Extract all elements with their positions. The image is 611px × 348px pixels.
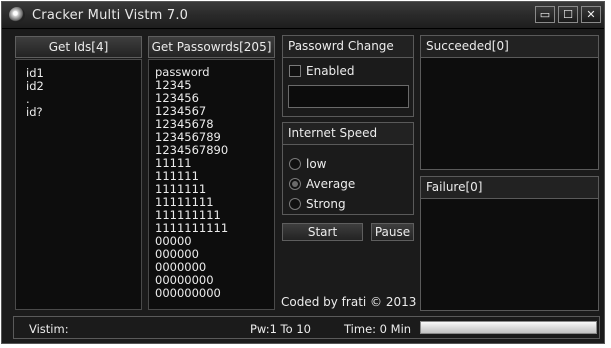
- speed-average-radio[interactable]: [289, 178, 301, 190]
- speed-average-label[interactable]: Average: [306, 177, 355, 191]
- pause-button[interactable]: Pause: [371, 223, 414, 241]
- enabled-label[interactable]: Enabled: [306, 64, 355, 78]
- password-items: password 12345 123456 1234567 12345678 123456…: [155, 66, 228, 300]
- list-item[interactable]: id?: [26, 106, 44, 119]
- passwords-list[interactable]: password 12345 123456 1234567 12345678 123456…: [148, 59, 275, 310]
- close-button[interactable]: ✕: [581, 6, 601, 23]
- window-title: Cracker Multi Vistm 7.0: [32, 8, 189, 23]
- credit-text: Coded by frati © 2013: [281, 295, 417, 309]
- internet-speed-heading: Internet Speed: [283, 123, 413, 145]
- get-ids-button[interactable]: Get Ids[4]: [15, 36, 142, 58]
- password-change-input[interactable]: [288, 85, 409, 108]
- app-logo-icon: [9, 7, 25, 23]
- list-item[interactable]: 000000000: [155, 287, 228, 300]
- maximize-button[interactable]: ☐: [558, 6, 578, 23]
- title-bar[interactable]: Cracker Multi Vistm 7.0 ▭ ☐ ✕: [2, 2, 604, 29]
- maximize-icon: ☐: [563, 8, 573, 21]
- enabled-checkbox[interactable]: [289, 65, 301, 77]
- progress-bar: [420, 321, 597, 334]
- get-passwords-button[interactable]: Get Passowrds[205]: [148, 36, 275, 58]
- succeeded-heading: Succeeded[0]: [421, 36, 598, 58]
- status-bar: Vistim: Pw:1 To 10 Time: 0 Min: [13, 316, 600, 339]
- start-button[interactable]: Start: [282, 223, 363, 241]
- main-window: Cracker Multi Vistm 7.0 ▭ ☐ ✕ Get Ids[4]…: [1, 1, 605, 344]
- password-change-group: Passowrd Change Enabled: [282, 35, 414, 117]
- password-change-heading: Passowrd Change: [283, 36, 413, 58]
- pw-range: Pw:1 To 10: [250, 322, 311, 336]
- minimize-icon: ▭: [539, 8, 551, 21]
- speed-strong-radio[interactable]: [289, 198, 301, 210]
- succeeded-group: Succeeded[0]: [420, 35, 599, 170]
- failure-group: Failure[0]: [420, 176, 599, 311]
- speed-low-radio[interactable]: [289, 158, 301, 170]
- failure-heading: Failure[0]: [421, 177, 598, 199]
- speed-strong-label[interactable]: Strong: [306, 197, 346, 211]
- minimize-button[interactable]: ▭: [535, 6, 555, 23]
- ids-items: id1 id2. id?: [26, 67, 44, 119]
- victim-label: Vistim:: [29, 322, 69, 336]
- close-icon: ✕: [586, 8, 596, 21]
- time-elapsed: Time: 0 Min: [344, 322, 412, 336]
- internet-speed-group: Internet Speed low Average Strong: [282, 122, 414, 215]
- ids-list[interactable]: id1 id2. id?: [15, 59, 142, 310]
- speed-low-label[interactable]: low: [306, 157, 327, 171]
